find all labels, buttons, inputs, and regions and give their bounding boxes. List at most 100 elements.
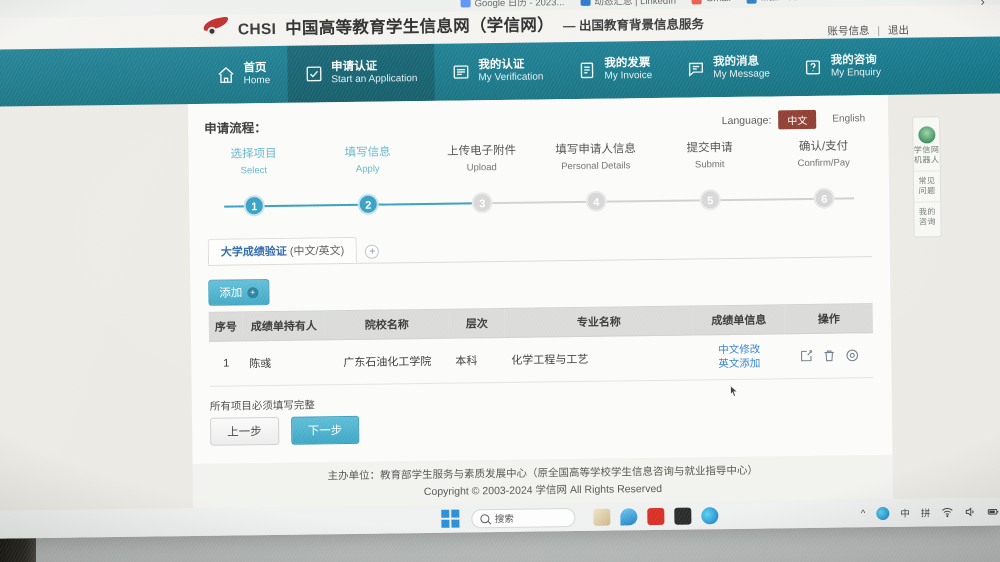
step-confirm-pay[interactable]: 确认/支付 Confirm/Pay 6 [766, 139, 881, 216]
nav-label-cn: 我的认证 [478, 59, 525, 72]
outlook-icon [746, 0, 757, 4]
cell-transcript-info: 中文修改 英文添加 [692, 333, 786, 380]
calendar-icon [460, 0, 471, 8]
step-upload[interactable]: 上传电子附件 Upload 3 [424, 143, 539, 220]
add-button[interactable]: 添加 + [208, 279, 270, 306]
nav-item-my-verification[interactable]: 我的认证 My Verification [434, 42, 561, 101]
edge-icon[interactable] [876, 506, 890, 520]
ime-language-indicator[interactable]: 中 [900, 506, 910, 520]
sidebar-item-enquiry[interactable]: 我的 咨询 [914, 202, 940, 232]
column-header-operations: 操作 [784, 303, 873, 334]
step-label-en: Personal Details [561, 160, 631, 173]
cell-major: 化学工程与工艺 [504, 334, 694, 383]
logo-text: CHSI [237, 20, 277, 39]
nav-item-my-invoice[interactable]: 我的发票 My Invoice [560, 41, 670, 99]
edit-icon[interactable] [799, 349, 813, 363]
column-header-holder: 成绩单持有人 [242, 310, 326, 341]
edge-app-icon[interactable] [700, 506, 718, 524]
nav-label-cn: 首页 [243, 62, 267, 75]
logout-link[interactable]: 退出 [888, 25, 909, 37]
link-add-english[interactable]: 英文添加 [699, 356, 779, 371]
account-links: 账号信息 | 退出 [827, 23, 909, 39]
nav-label-en: Start an Application [331, 73, 418, 86]
tab-university-transcript[interactable]: 大学成绩验证 (中文/英文) [207, 236, 358, 265]
bookmark-item[interactable]: 动态汇总 | LinkedIn [580, 0, 676, 7]
sidebar-item-faq[interactable]: 常见 问题 [913, 171, 941, 203]
step-personal-details[interactable]: 填写申请人信息 Personal Details 4 [538, 142, 653, 219]
nav-label-en: My Message [713, 68, 771, 81]
step-number[interactable]: 6 [813, 187, 835, 209]
step-number[interactable]: 5 [699, 189, 721, 211]
nav-item-my-enquiry[interactable]: 我的咨询 My Enquiry [786, 38, 898, 96]
language-option-english[interactable]: English [823, 111, 874, 127]
nav-label-cn: 我的咨询 [830, 54, 877, 68]
step-label-en: Select [240, 165, 268, 177]
view-icon[interactable] [845, 348, 859, 362]
water-drop-app-icon[interactable] [619, 507, 637, 525]
nav-label-en: Home [243, 75, 271, 87]
sidebar-label: 学信网 [913, 145, 940, 155]
sidebar-label: 机器人 [913, 155, 940, 165]
youdao-app-icon[interactable] [646, 507, 664, 525]
home-icon [216, 65, 235, 84]
question-icon [804, 58, 823, 77]
nav-label-en: My Verification [478, 71, 544, 84]
bookmark-label: Google 日历 - 2023... [474, 0, 565, 9]
tab-label-cn: 大学成绩验证 [220, 245, 287, 259]
form-note: 所有项目必须填写完整 [209, 399, 315, 413]
nav-item-home[interactable]: 首页 Home [199, 46, 287, 104]
checkbox-icon [304, 64, 323, 83]
application-stepper: 选择项目 Select 1 填写信息 Apply 2 上传电子附件 Upload… [196, 139, 881, 224]
battery-icon[interactable] [987, 505, 999, 517]
taskbar-search[interactable]: 搜索 [470, 507, 575, 528]
column-header-school: 院校名称 [324, 309, 449, 340]
bookmark-item[interactable]: Google 日历 - 2023... [460, 0, 565, 9]
volume-icon[interactable] [964, 506, 976, 518]
message-icon [686, 59, 705, 78]
language-option-chinese[interactable]: 中文 [778, 109, 817, 130]
paint-app-icon[interactable] [592, 508, 610, 526]
terminal-app-icon[interactable] [673, 507, 691, 525]
next-step-button[interactable]: 下一步 [290, 415, 360, 445]
bookmark-item[interactable]: Gmail [691, 0, 731, 4]
transcript-table: 序号 成绩单持有人 院校名称 层次 专业名称 成绩单信息 操作 1 陈彧 广东石… [208, 303, 874, 387]
account-info-link[interactable]: 账号信息 [827, 25, 869, 38]
delete-icon[interactable] [822, 349, 836, 363]
step-apply[interactable]: 填写信息 Apply 2 [310, 145, 425, 222]
mouse-cursor [730, 385, 739, 398]
step-label-en: Upload [466, 162, 497, 174]
bookmark-item[interactable]: Mail - Yu Chen - O... [746, 0, 847, 4]
sidebar-item-robot[interactable]: 学信网 机器人 [913, 121, 940, 172]
wifi-icon[interactable] [941, 506, 953, 518]
start-button[interactable] [441, 509, 459, 528]
step-submit[interactable]: 提交申请 Submit 5 [652, 141, 767, 218]
search-placeholder: 搜索 [494, 513, 514, 526]
tray-overflow-icon[interactable]: ^ [861, 508, 866, 519]
step-select[interactable]: 选择项目 Select 1 [196, 146, 311, 223]
certificate-icon [451, 62, 470, 81]
step-number[interactable]: 1 [243, 195, 265, 217]
invoice-icon [577, 61, 596, 80]
step-number[interactable]: 4 [585, 190, 607, 212]
nav-item-my-message[interactable]: 我的消息 My Message [669, 39, 787, 98]
step-number[interactable]: 2 [357, 193, 379, 215]
nav-item-start-application[interactable]: 申请认证 Start an Application [286, 43, 435, 103]
form-actions: 上一步 下一步 [210, 415, 360, 446]
step-label-cn: 提交申请 [686, 141, 733, 155]
table-row: 1 陈彧 广东石油化工学院 本科 化学工程与工艺 中文修改 英文添加 [209, 332, 874, 387]
add-tab-icon[interactable]: + [365, 244, 380, 259]
linkedin-icon [580, 0, 591, 6]
step-number[interactable]: 3 [471, 192, 493, 214]
sidebar-label: 我的 [918, 207, 936, 217]
system-tray: ^ 中 拼 [861, 497, 1000, 527]
site-title-cn: 中国高等教育学生信息网（学信网） [285, 16, 555, 38]
link-edit-chinese[interactable]: 中文修改 [699, 342, 779, 357]
previous-step-button[interactable]: 上一步 [210, 416, 279, 446]
step-label-en: Submit [694, 159, 725, 171]
column-header-level: 层次 [448, 308, 505, 339]
step-label-cn: 填写申请人信息 [555, 143, 636, 157]
sidebar-label: 问题 [918, 186, 936, 196]
chsi-logo-icon [202, 16, 230, 38]
ime-mode-indicator[interactable]: 拼 [921, 505, 931, 519]
bookmark-label: Mail - Yu Chen - O... [761, 0, 847, 4]
